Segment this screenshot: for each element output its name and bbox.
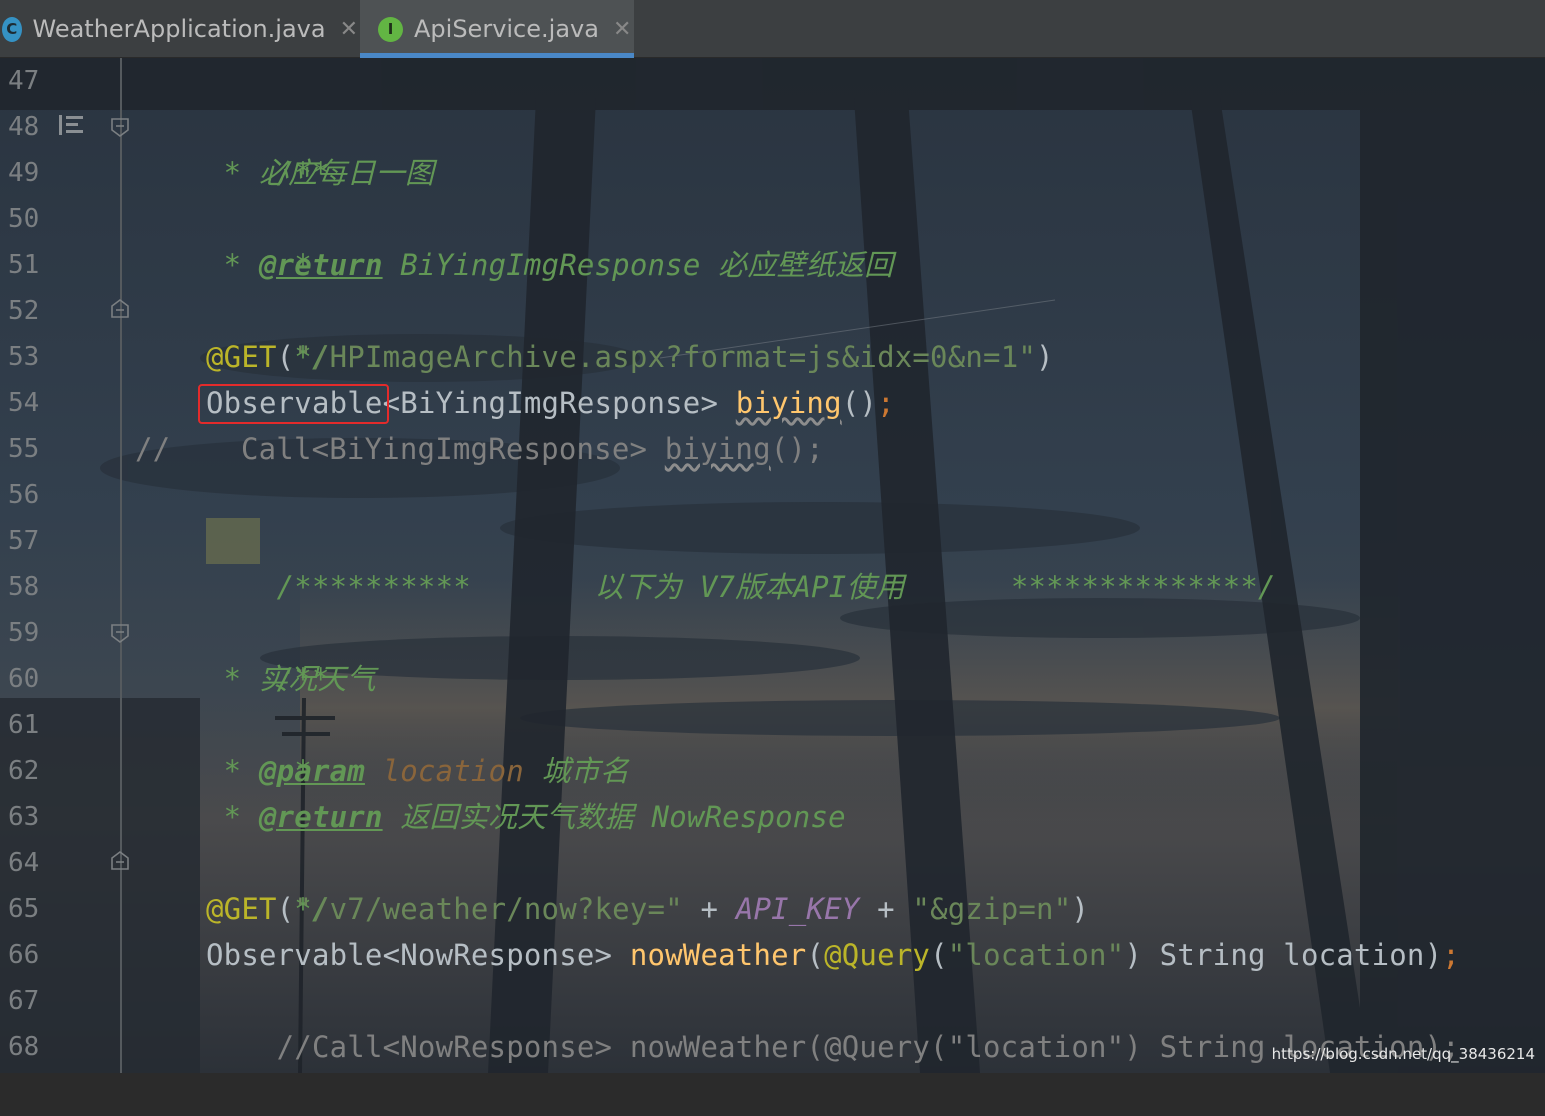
doc-comment-text: 返回实况天气数据 NowResponse (382, 800, 846, 834)
annotation: @GET (206, 892, 277, 926)
line-comment: (); (770, 432, 824, 466)
return-type: Observable<NowResponse> (206, 938, 630, 972)
doc-comment: * (206, 248, 259, 282)
string-literal: "/v7/weather/now?key=" (294, 892, 683, 926)
code-line-61: * (206, 702, 312, 788)
code-line-48: /** (206, 104, 330, 190)
editor-tab-bar: C WeatherApplication.java ✕ I ApiService… (0, 0, 1545, 58)
paren: ( (276, 892, 295, 926)
line-comment: Call<BiYingImgResponse> (170, 432, 665, 466)
doc-comment: * (206, 754, 259, 788)
semicolon: ; (1442, 938, 1460, 972)
annotation: @Query (824, 938, 931, 972)
annotation-highlight-box (198, 384, 389, 424)
semicolon: ; (877, 386, 895, 420)
doc-comment-text: BiYingImgResponse 必应壁纸返回 (382, 248, 894, 282)
watermark: https://blog.csdn.net/qq_38436214 (1271, 1045, 1535, 1063)
close-icon[interactable]: ✕ (340, 17, 358, 42)
code-editor[interactable]: /** * 必应每日一图 * * @return BiYingImgRespon… (0, 58, 1545, 1073)
paren: ( (930, 938, 948, 972)
code-line-50: * (206, 196, 312, 282)
code-line-65: @GET("/v7/weather/now?key=" + API_KEY + … (206, 886, 1089, 932)
doc-tag-return: @return (258, 800, 383, 834)
doc-comment-text: 实况天气 (258, 662, 376, 696)
tab-weather-application[interactable]: C WeatherApplication.java ✕ (0, 0, 358, 58)
parameter-list: ) String location) (1124, 938, 1443, 972)
code-line-53: @GET("/HPImageArchive.aspx?format=js&idx… (206, 334, 1054, 380)
string-literal: "&gzip=n" (912, 892, 1072, 926)
annotation: @GET (206, 340, 277, 374)
block-comment: /********** 以下为 V7版本API使用 **************… (276, 570, 1276, 604)
tab-api-service[interactable]: I ApiService.java ✕ (360, 0, 634, 58)
method-name: nowWeather (629, 938, 807, 972)
paren: ( (806, 938, 825, 972)
class-icon: C (2, 16, 22, 42)
operator: + (682, 892, 736, 926)
line-comment: // (135, 432, 171, 466)
code-line-57: /********** 以下为 V7版本API使用 **************… (206, 518, 1276, 604)
method-name: biying (735, 386, 842, 420)
code-line-49: * 必应每日一图 (206, 150, 434, 196)
doc-comment-text: 必应每日一图 (258, 156, 435, 190)
code-line-67: //Call<NowResponse> nowWeather(@Query("l… (206, 978, 1460, 1064)
doc-comment-text: 城市名 (523, 754, 630, 788)
doc-comment: * (206, 800, 259, 834)
code-line-64: */ (206, 840, 330, 926)
code-line-63: * @return 返回实况天气数据 NowResponse (206, 794, 846, 840)
close-icon[interactable]: ✕ (613, 17, 631, 42)
line-comment: biying (664, 432, 771, 466)
paren: ( (276, 340, 295, 374)
doc-tag-param: @param (258, 754, 365, 788)
string-literal: "location" (947, 938, 1125, 972)
tab-label: ApiService.java (414, 15, 599, 43)
code-line-59: /** (206, 610, 330, 696)
paren: ) (1036, 340, 1054, 374)
doc-comment: * (206, 156, 259, 190)
code-line-51: * @return BiYingImgResponse 必应壁纸返回 (206, 242, 893, 288)
code-line-60: * 实况天气 (206, 656, 376, 702)
doc-comment: * (206, 662, 259, 696)
constant: API_KEY (735, 892, 860, 926)
tab-label: WeatherApplication.java (32, 15, 326, 43)
code-line-62: * @param location 城市名 (206, 748, 629, 794)
doc-param-name: location (364, 754, 524, 788)
interface-icon: I (378, 16, 403, 42)
code-line-66: Observable<NowResponse> nowWeather(@Quer… (206, 932, 1460, 978)
doc-tag-return: @return (258, 248, 383, 282)
code-line-55: // Call<BiYingImgResponse> biying(); (135, 426, 824, 472)
paren: () (841, 386, 878, 420)
paren: ) (1071, 892, 1090, 926)
code-line-52: */ (206, 288, 330, 374)
string-literal: "/HPImageArchive.aspx?format=js&idx=0&n=… (294, 340, 1037, 374)
operator: + (859, 892, 913, 926)
